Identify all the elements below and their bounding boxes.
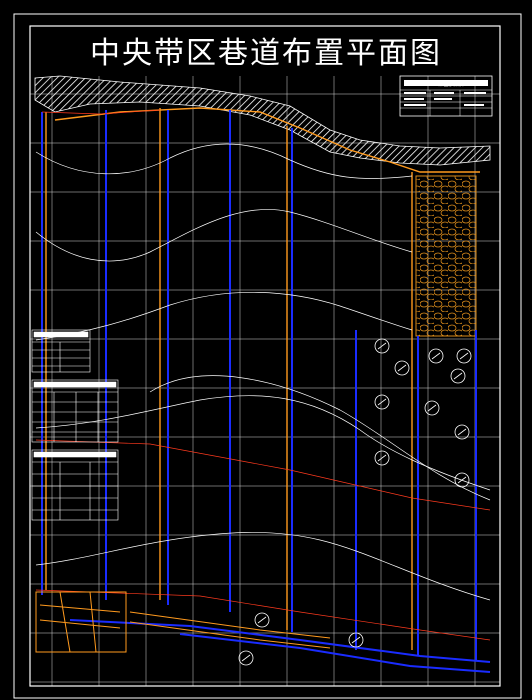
- survey-marker-stroke: [377, 454, 387, 462]
- survey-marker-stroke: [457, 428, 467, 436]
- legend-header: 采区参数表: [438, 82, 464, 88]
- coordinate-grid: [30, 76, 500, 686]
- survey-marker-stroke: [459, 352, 469, 360]
- survey-marker-stroke: [397, 364, 407, 372]
- survey-marker-stroke: [427, 404, 437, 412]
- drawing-title: 中央带区巷道布置平面图: [90, 36, 442, 71]
- survey-marker-stroke: [453, 372, 463, 380]
- inner-frame: [29, 25, 501, 687]
- orange-roadways: [45, 107, 480, 650]
- bottom-working-area: [35, 591, 331, 653]
- goaf-zone: [415, 175, 477, 337]
- survey-marker-stroke: [457, 476, 467, 484]
- survey-marker-stroke: [377, 398, 387, 406]
- left-table-1: [31, 329, 91, 373]
- survey-marker-stroke: [377, 342, 387, 350]
- survey-marker-stroke: [257, 616, 267, 624]
- survey-marker-stroke: [431, 352, 441, 360]
- protective-pillar-hatch: [34, 75, 491, 166]
- cad-drawing: [13, 13, 522, 699]
- survey-marker-stroke: [241, 654, 251, 662]
